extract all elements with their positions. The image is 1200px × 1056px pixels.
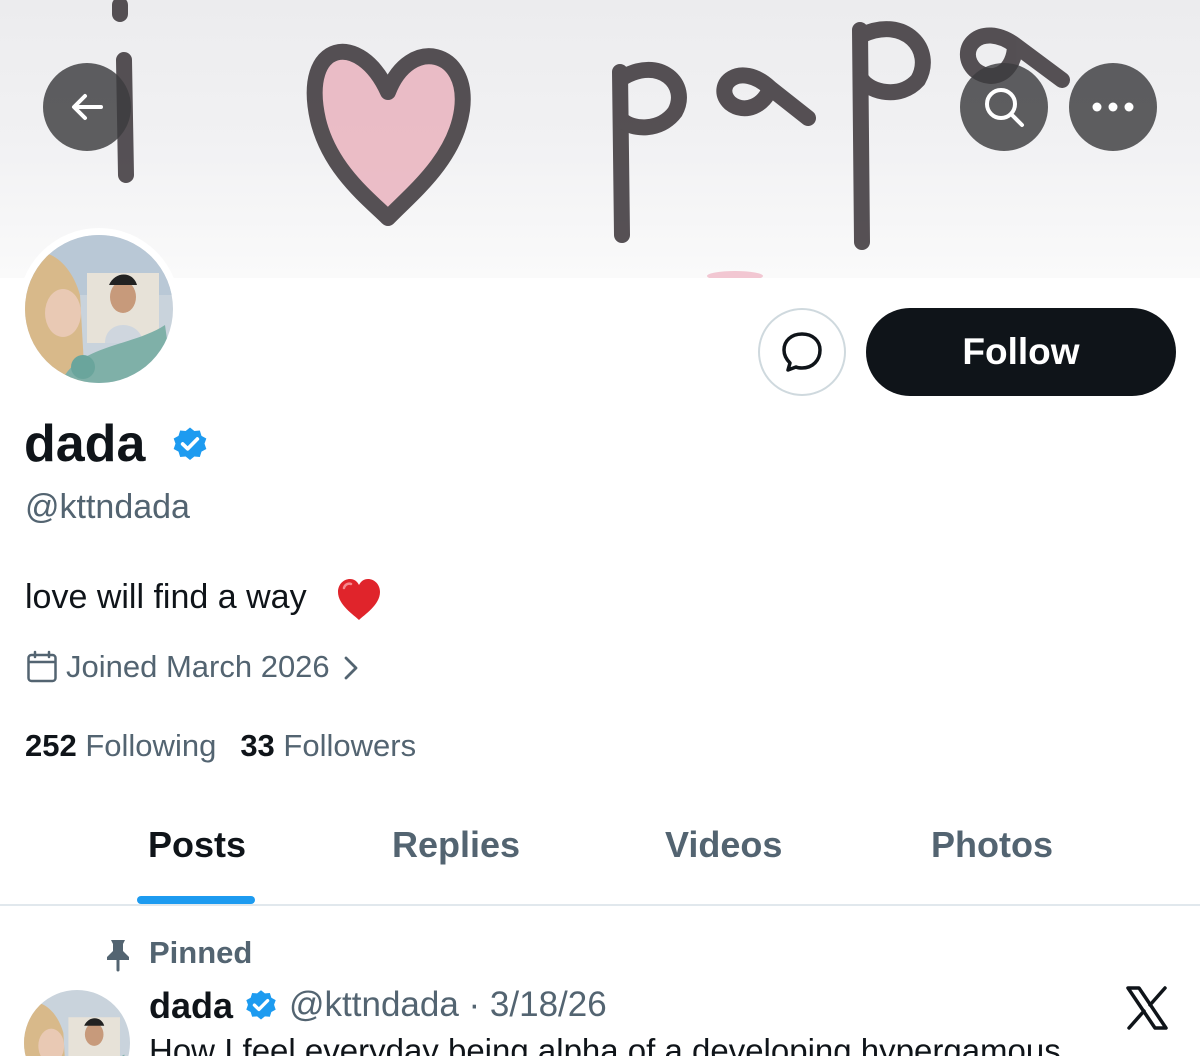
avatar-image	[25, 235, 173, 383]
profile-bio: love will find a way	[25, 578, 307, 616]
verified-badge-icon	[173, 427, 207, 460]
tab-videos[interactable]: Videos	[665, 824, 782, 866]
post-text[interactable]: How I feel everyday being alpha of a dev…	[149, 1032, 1149, 1056]
tab-photos[interactable]: Photos	[931, 824, 1053, 866]
message-button[interactable]	[758, 308, 846, 396]
red-heart-emoji	[338, 579, 380, 620]
followers-link[interactable]: 33 Followers	[240, 728, 416, 763]
follow-button[interactable]: Follow	[866, 308, 1176, 396]
profile-stats: 252 Following 33 Followers	[25, 728, 416, 764]
message-bubble-icon	[782, 332, 822, 372]
x-logo-icon[interactable]	[1124, 985, 1170, 1031]
following-link[interactable]: 252 Following	[25, 728, 216, 763]
tabs-divider	[0, 904, 1200, 906]
tab-posts[interactable]: Posts	[148, 824, 246, 866]
more-options-button[interactable]	[1069, 63, 1157, 151]
verified-badge-icon	[246, 990, 276, 1020]
followers-count: 33	[240, 728, 275, 763]
post-author-name[interactable]: dada	[149, 985, 233, 1027]
followers-label: Followers	[283, 728, 417, 763]
following-label: Following	[85, 728, 217, 763]
profile-handle: @kttndada	[25, 488, 190, 526]
tab-replies[interactable]: Replies	[392, 824, 520, 866]
more-horizontal-icon	[1092, 102, 1134, 112]
back-button[interactable]	[43, 63, 131, 151]
profile-joined-date[interactable]: Joined March 2026	[66, 649, 330, 685]
search-icon	[985, 88, 1024, 127]
profile-avatar[interactable]	[18, 228, 180, 390]
pinned-label: Pinned	[149, 935, 253, 970]
search-button[interactable]	[960, 63, 1048, 151]
post-avatar-image	[24, 990, 130, 1056]
post-meta: @kttndada · 3/18/26	[289, 985, 607, 1024]
arrow-left-icon	[72, 94, 103, 120]
calendar-icon	[27, 650, 57, 683]
following-count: 252	[25, 728, 77, 763]
post-author-avatar[interactable]	[24, 990, 130, 1056]
active-tab-indicator	[137, 896, 255, 904]
pin-icon	[107, 940, 129, 972]
chevron-right-icon[interactable]	[342, 655, 360, 681]
profile-display-name: dada	[24, 415, 146, 473]
